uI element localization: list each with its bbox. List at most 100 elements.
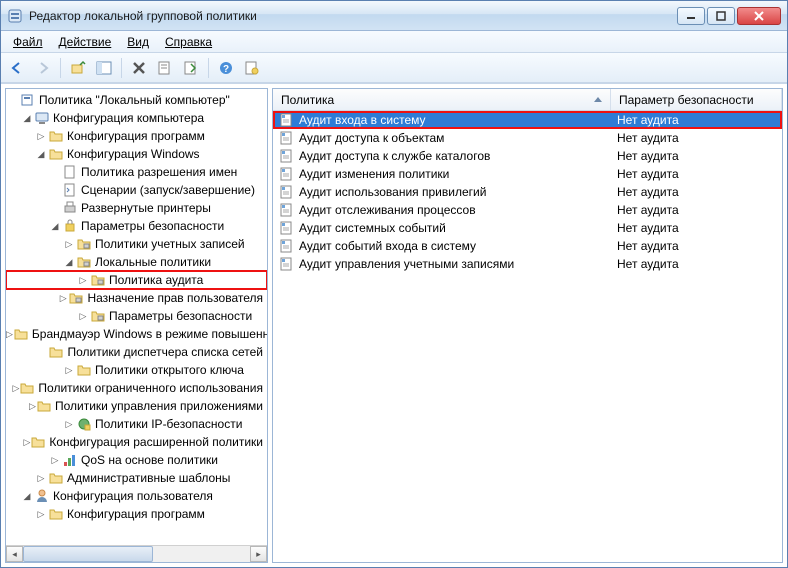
expand-icon[interactable]: ▷	[29, 399, 36, 413]
collapse-icon[interactable]: ◢	[20, 489, 34, 503]
policy-name: Аудит отслеживания процессов	[299, 203, 476, 217]
tree-item[interactable]: ▷Политики открытого ключа	[6, 361, 267, 379]
tree-item[interactable]: ▷Брандмауэр Windows в режиме повышенной	[6, 325, 267, 343]
menu-view[interactable]: Вид	[119, 33, 157, 51]
ipsec-icon	[76, 416, 92, 432]
export-button[interactable]	[179, 56, 203, 80]
tree-user-config[interactable]: ◢Конфигурация пользователя	[6, 487, 267, 505]
show-hide-tree-button[interactable]	[92, 56, 116, 80]
folder-lock-icon	[90, 308, 106, 324]
param-cell: Нет аудита	[611, 113, 782, 127]
tree-item[interactable]: Политики диспетчера списка сетей	[6, 343, 267, 361]
expand-icon[interactable]: ▷	[76, 273, 90, 287]
tree-item[interactable]: ▷QoS на основе политики	[6, 451, 267, 469]
list-body[interactable]: Аудит входа в системуНет аудитаАудит дос…	[273, 111, 782, 562]
list-row[interactable]: Аудит изменения политикиНет аудита	[273, 165, 782, 183]
tree-item[interactable]: Развернутые принтеры	[6, 199, 267, 217]
tree-item[interactable]: Политика разрешения имен	[6, 163, 267, 181]
list-row[interactable]: Аудит отслеживания процессов Нет аудита	[273, 201, 782, 219]
expand-icon[interactable]: ▷	[62, 237, 76, 251]
param-cell: Нет аудита	[611, 203, 782, 217]
menu-action[interactable]: Действие	[51, 33, 120, 51]
tree-item[interactable]: Сценарии (запуск/завершение)	[6, 181, 267, 199]
scroll-left-button[interactable]: ◂	[6, 546, 23, 562]
properties-button[interactable]	[153, 56, 177, 80]
expand-icon[interactable]: ▷	[34, 507, 48, 521]
expand-icon[interactable]: ▷	[76, 309, 90, 323]
column-param[interactable]: Параметр безопасности	[611, 89, 782, 110]
tree-root[interactable]: Политика "Локальный компьютер"	[6, 91, 267, 109]
tree-audit-policy-selected[interactable]: ▷Политика аудита	[6, 271, 267, 289]
toolbar: ?	[1, 53, 787, 83]
tree-item[interactable]: ▷Конфигурация программ	[6, 127, 267, 145]
menu-file[interactable]: Файл	[5, 33, 51, 51]
list-row[interactable]: Аудит доступа к объектамНет аудита	[273, 129, 782, 147]
policy-name: Аудит системных событий	[299, 221, 446, 235]
policy-name: Аудит управления учетными записями	[299, 257, 514, 271]
filter-button[interactable]	[240, 56, 264, 80]
scroll-right-button[interactable]: ▸	[250, 546, 267, 562]
tree-item[interactable]: ▷Административные шаблоны	[6, 469, 267, 487]
menu-help[interactable]: Справка	[157, 33, 220, 51]
param-cell: Нет аудита	[611, 185, 782, 199]
help-button[interactable]: ?	[214, 56, 238, 80]
list-row[interactable]: Аудит доступа к службе каталоговНет ауди…	[273, 147, 782, 165]
tree-item[interactable]: ▷Параметры безопасности	[6, 307, 267, 325]
tree-item[interactable]: ◢Конфигурация Windows	[6, 145, 267, 163]
expand-icon[interactable]: ▷	[58, 291, 68, 305]
param-cell: Нет аудита	[611, 239, 782, 253]
app-window: Редактор локальной групповой политики Фа…	[0, 0, 788, 568]
list-row[interactable]: Аудит управления учетными записямиНет ау…	[273, 255, 782, 273]
param-cell: Нет аудита	[611, 221, 782, 235]
tree-item[interactable]: ◢Параметры безопасности	[6, 217, 267, 235]
toolbar-separator	[121, 58, 122, 78]
folder-icon	[19, 380, 35, 396]
tree-item[interactable]: ▷Конфигурация расширенной политики	[6, 433, 267, 451]
maximize-button[interactable]	[707, 7, 735, 25]
expand-icon[interactable]: ▷	[62, 417, 76, 431]
tree-item[interactable]: ▷Назначение прав пользователя	[6, 289, 267, 307]
tree-item[interactable]: ▷Политики IP-безопасности	[6, 415, 267, 433]
folder-icon	[76, 362, 92, 378]
expand-icon[interactable]: ▷	[13, 381, 20, 395]
policy-cell: Аудит использования привилегий	[273, 184, 611, 200]
minimize-button[interactable]	[677, 7, 705, 25]
expand-icon[interactable]: ▷	[48, 453, 62, 467]
folder-icon	[13, 326, 29, 342]
tree-item[interactable]: ◢Локальные политики	[6, 253, 267, 271]
expand-icon[interactable]: ▷	[34, 471, 48, 485]
collapse-icon[interactable]: ◢	[34, 147, 48, 161]
collapse-icon[interactable]: ◢	[20, 111, 34, 125]
up-button[interactable]	[66, 56, 90, 80]
forward-button[interactable]	[31, 56, 55, 80]
close-button[interactable]	[737, 7, 781, 25]
collapse-icon[interactable]: ◢	[48, 219, 62, 233]
horizontal-scrollbar[interactable]: ◂ ▸	[6, 545, 267, 562]
tree-item[interactable]: ▷Политики управления приложениями	[6, 397, 267, 415]
scroll-thumb[interactable]	[23, 546, 153, 562]
tree-item[interactable]: ▷Конфигурация программ	[6, 505, 267, 523]
expand-icon[interactable]: ▷	[23, 435, 30, 449]
list-row[interactable]: Аудит использования привилегийНет аудита	[273, 183, 782, 201]
column-policy[interactable]: Политика	[273, 89, 611, 110]
tree-item[interactable]: ▷Политики учетных записей	[6, 235, 267, 253]
list-header: Политика Параметр безопасности	[273, 89, 782, 111]
folder-icon	[48, 128, 64, 144]
list-row[interactable]: Аудит входа в системуНет аудита	[273, 111, 782, 129]
back-button[interactable]	[5, 56, 29, 80]
policy-item-icon	[279, 112, 295, 128]
tree-view[interactable]: Политика "Локальный компьютер" ◢ Конфигу…	[6, 89, 267, 545]
expand-icon[interactable]	[6, 93, 20, 107]
list-row[interactable]: Аудит системных событий Нет аудита	[273, 219, 782, 237]
tree-item[interactable]: ▷Политики ограниченного использования	[6, 379, 267, 397]
policy-item-icon	[279, 166, 295, 182]
policy-name: Аудит доступа к службе каталогов	[299, 149, 490, 163]
list-row[interactable]: Аудит событий входа в системуНет аудита	[273, 237, 782, 255]
expand-icon[interactable]: ▷	[34, 129, 48, 143]
expand-icon[interactable]: ▷	[6, 327, 13, 341]
tree-computer-config[interactable]: ◢ Конфигурация компьютера	[6, 109, 267, 127]
expand-icon[interactable]: ▷	[62, 363, 76, 377]
folder-lock-icon	[76, 254, 92, 270]
delete-button[interactable]	[127, 56, 151, 80]
collapse-icon[interactable]: ◢	[62, 255, 76, 269]
